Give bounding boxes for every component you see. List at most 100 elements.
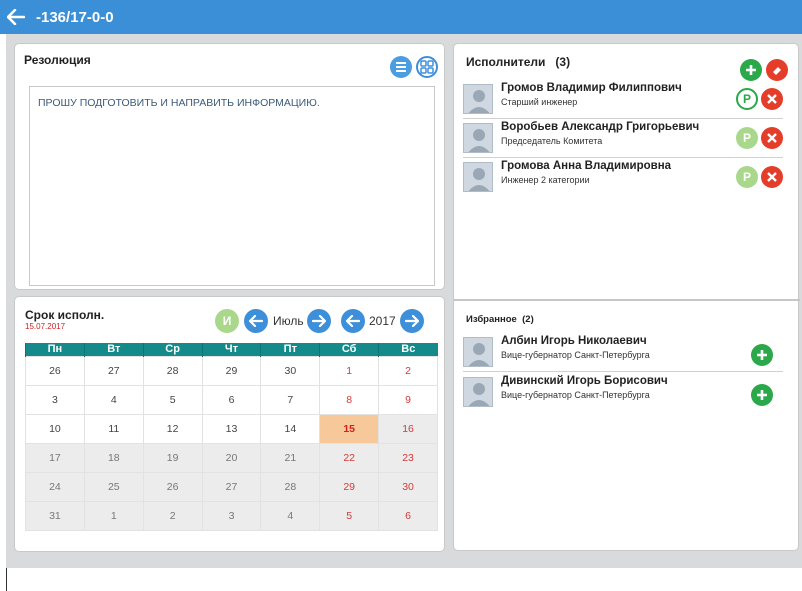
favorite-row[interactable]: Дивинский Игорь Борисович Вице-губернато… bbox=[463, 375, 789, 413]
executor-row[interactable]: Громов Владимир Филиппович Старший инжен… bbox=[463, 82, 789, 120]
calendar-day[interactable]: 5 bbox=[319, 500, 380, 531]
executor-role: Старший инженер bbox=[501, 97, 578, 107]
calendar-day[interactable]: 24 bbox=[25, 471, 85, 502]
calendar-day[interactable]: 12 bbox=[142, 413, 203, 444]
back-button[interactable] bbox=[0, 0, 32, 34]
remove-executor-button[interactable] bbox=[761, 127, 783, 149]
calendar-day[interactable]: 20 bbox=[201, 442, 262, 473]
prev-month-button[interactable] bbox=[244, 309, 268, 333]
calendar-day[interactable]: 27 bbox=[83, 355, 144, 386]
calendar-week: 31 1 2 3 4 5 6 bbox=[25, 500, 438, 531]
executors-panel: Исполнители (3) Громов Владимир Филиппов… bbox=[453, 43, 800, 551]
calendar-day[interactable]: 9 bbox=[378, 384, 438, 415]
document-number: -136/17-0-0 bbox=[36, 8, 114, 26]
calendar-day[interactable]: 10 bbox=[25, 413, 85, 444]
calendar-day[interactable]: 18 bbox=[83, 442, 144, 473]
calendar-day[interactable]: 14 bbox=[260, 413, 321, 444]
weekday-label: Сб bbox=[319, 343, 379, 356]
calendar-day[interactable]: 8 bbox=[319, 384, 380, 415]
calendar-day[interactable]: 22 bbox=[319, 442, 380, 473]
plus-icon bbox=[746, 65, 756, 75]
calendar-day[interactable]: 28 bbox=[260, 471, 321, 502]
calendar-day[interactable]: 6 bbox=[378, 500, 438, 531]
eraser-icon bbox=[773, 67, 781, 75]
avatar bbox=[463, 377, 493, 407]
calendar-day[interactable]: 31 bbox=[25, 500, 85, 531]
today-button[interactable]: И bbox=[215, 309, 239, 333]
calendar-day[interactable]: 3 bbox=[25, 384, 85, 415]
calendar-day[interactable]: 13 bbox=[201, 413, 262, 444]
due-date-value: 15.07.2017 bbox=[25, 322, 66, 331]
executors-title: Исполнители bbox=[466, 55, 546, 69]
weekday-label: Пн bbox=[25, 343, 85, 356]
calendar-day[interactable]: 6 bbox=[201, 384, 262, 415]
calendar-day[interactable]: 1 bbox=[319, 355, 380, 386]
row-divider bbox=[463, 157, 783, 158]
executor-row[interactable]: Громова Анна Владимировна Инженер 2 кате… bbox=[463, 160, 789, 198]
row-divider bbox=[463, 118, 783, 119]
remove-executor-button[interactable] bbox=[761, 166, 783, 188]
calendar-day[interactable]: 21 bbox=[260, 442, 321, 473]
close-icon bbox=[767, 172, 777, 182]
calendar-week: 10 11 12 13 14 15 16 bbox=[25, 413, 438, 444]
primary-executor-button[interactable]: P bbox=[736, 166, 758, 188]
calendar-day[interactable]: 28 bbox=[142, 355, 203, 386]
calendar-day[interactable]: 26 bbox=[142, 471, 203, 502]
user-silhouette-icon bbox=[468, 343, 490, 366]
arrow-right-icon bbox=[312, 315, 326, 327]
calendar-day[interactable]: 19 bbox=[142, 442, 203, 473]
due-date-title: Срок исполн. bbox=[25, 308, 105, 322]
arrow-right-icon bbox=[405, 315, 419, 327]
executors-heading: Исполнители (3) bbox=[466, 55, 570, 69]
primary-executor-button[interactable]: P bbox=[736, 127, 758, 149]
weekday-header: Пн Вт Ср Чт Пт Сб Вс bbox=[25, 343, 438, 356]
month-label: Июль bbox=[273, 314, 304, 328]
list-view-button[interactable] bbox=[390, 56, 412, 78]
calendar-day[interactable]: 11 bbox=[83, 413, 144, 444]
calendar-day[interactable]: 29 bbox=[319, 471, 380, 502]
prev-year-button[interactable] bbox=[341, 309, 365, 333]
calendar-day[interactable]: 29 bbox=[201, 355, 262, 386]
calendar-day-selected[interactable]: 15 bbox=[319, 413, 380, 444]
calendar-day[interactable]: 4 bbox=[83, 384, 144, 415]
calendar-day[interactable]: 17 bbox=[25, 442, 85, 473]
calendar-day[interactable]: 1 bbox=[83, 500, 144, 531]
weekday-label: Чт bbox=[201, 343, 261, 356]
next-year-button[interactable] bbox=[400, 309, 424, 333]
calendar-day[interactable]: 2 bbox=[142, 500, 203, 531]
calendar-day[interactable]: 4 bbox=[260, 500, 321, 531]
favorite-role: Вице-губернатор Санкт-Петербурга bbox=[501, 350, 650, 360]
add-favorite-button[interactable] bbox=[751, 384, 773, 406]
favorite-row[interactable]: Албин Игорь Николаевич Вице-губернатор С… bbox=[463, 335, 789, 373]
calendar-day[interactable]: 25 bbox=[83, 471, 144, 502]
grid-view-button[interactable] bbox=[416, 56, 438, 78]
next-month-button[interactable] bbox=[307, 309, 331, 333]
calendar-day[interactable]: 23 bbox=[378, 442, 438, 473]
calendar-day[interactable]: 16 bbox=[378, 413, 438, 444]
arrow-left-icon bbox=[7, 9, 25, 25]
primary-executor-button[interactable]: P bbox=[736, 88, 758, 110]
calendar-day[interactable]: 27 bbox=[201, 471, 262, 502]
avatar bbox=[463, 162, 493, 192]
calendar-day[interactable]: 3 bbox=[201, 500, 262, 531]
arrow-left-icon bbox=[249, 315, 263, 327]
grid-icon bbox=[420, 60, 434, 74]
calendar-day[interactable]: 5 bbox=[142, 384, 203, 415]
calendar-day[interactable]: 2 bbox=[378, 355, 438, 386]
remove-executor-button[interactable] bbox=[761, 88, 783, 110]
executor-row[interactable]: Воробьев Александр Григорьевич Председат… bbox=[463, 121, 789, 159]
close-icon bbox=[767, 94, 777, 104]
clear-executors-button[interactable] bbox=[766, 59, 788, 81]
add-favorite-button[interactable] bbox=[751, 344, 773, 366]
calendar-day[interactable]: 7 bbox=[260, 384, 321, 415]
calendar-day[interactable]: 30 bbox=[260, 355, 321, 386]
calendar-day[interactable]: 30 bbox=[378, 471, 438, 502]
resolution-panel: Резолюция ПРОШУ ПОДГОТОВИТЬ И НАПРАВИТЬ … bbox=[14, 43, 445, 290]
avatar bbox=[463, 84, 493, 114]
resolution-textarea[interactable]: ПРОШУ ПОДГОТОВИТЬ И НАПРАВИТЬ ИНФОРМАЦИЮ… bbox=[29, 86, 435, 286]
favorite-name: Дивинский Игорь Борисович bbox=[501, 375, 668, 387]
add-executor-button[interactable] bbox=[740, 59, 762, 81]
calendar-day[interactable]: 26 bbox=[25, 355, 85, 386]
list-icon bbox=[396, 62, 406, 72]
year-label: 2017 bbox=[369, 314, 396, 328]
